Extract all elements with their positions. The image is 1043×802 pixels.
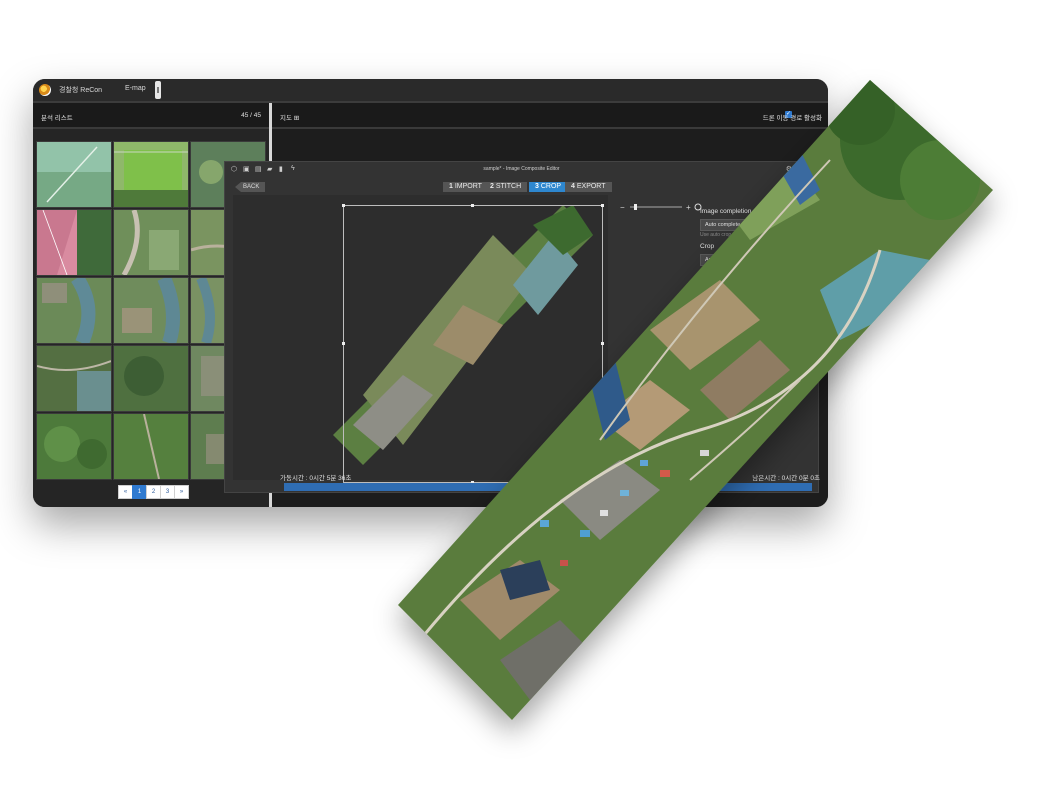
map-title: 지도 ⊞ (280, 115, 300, 122)
page-next-button[interactable]: » (174, 485, 189, 499)
page-button-1[interactable]: 1 (132, 485, 147, 499)
step-label: STITCH (495, 183, 522, 190)
step-number: 4 (571, 183, 575, 190)
settings-gear-icon[interactable]: ⚙ (786, 165, 792, 173)
progress-bar-fill (284, 483, 812, 491)
step-crop[interactable]: 3 CROP (529, 182, 568, 192)
thumbnail[interactable] (36, 141, 112, 208)
image-composite-editor: ⬡ ▣ ▤ ▰ ▮ ϟ sample* - Image Composite Ed… (224, 161, 819, 493)
crop-handle-top[interactable] (471, 204, 474, 207)
police-logo-icon (39, 84, 51, 96)
step-import[interactable]: 1 IMPORT (443, 182, 488, 192)
thumbnail[interactable] (113, 277, 189, 344)
analysis-list-header: 분석 리스트 45 / 45 (33, 103, 269, 129)
app-title: 경찰청 ReCon (59, 87, 103, 94)
thumbnail[interactable] (113, 345, 189, 412)
thumbnail[interactable] (113, 209, 189, 276)
page-prev-button[interactable]: « (118, 485, 133, 499)
step-number: 2 (490, 183, 494, 190)
step-number: 3 (535, 183, 539, 190)
remaining-time: 남은시간 : 0시간 0분 0초 (752, 475, 820, 482)
crop-handle-tl[interactable] (342, 204, 345, 207)
editor-title: sample* - Image Composite Editor (483, 166, 560, 172)
panel-grip-icon[interactable] (155, 81, 161, 99)
crop-label: Crop (700, 243, 715, 250)
thumbnail[interactable] (36, 277, 112, 344)
analysis-list-title: 분석 리스트 (41, 115, 73, 122)
step-export[interactable]: 4 EXPORT (565, 182, 612, 192)
map-panel: 지도 ⊞ ✓ 드론 이동 경로 활성화 ⬡ ▣ ▤ ▰ ▮ ϟ sample* … (224, 103, 828, 507)
app-window: 경찰청 ReCon E-map 분석 리스트 45 / 45 « 1 2 3 »… (33, 79, 828, 507)
crop-handle-left[interactable] (342, 342, 345, 345)
pagination: « 1 2 3 » (118, 485, 189, 499)
thumbnail[interactable] (36, 209, 112, 276)
map-header: 지도 ⊞ ✓ 드론 이동 경로 활성화 (272, 103, 828, 129)
workflow-steps: BACK 1 IMPORT 2 STITCH 3 CROP 4 EXPORT (225, 180, 818, 194)
thumbnail[interactable] (36, 345, 112, 412)
elapsed-time: 가동시간 : 0시간 5분 36초 (280, 475, 352, 482)
progress-panel: 가동시간 : 0시간 5분 36초 남은시간 : 0시간 0분 0초 (280, 475, 820, 507)
editor-toolbar: ⬡ ▣ ▤ ▰ ▮ ϟ sample* - Image Composite Ed… (225, 162, 818, 176)
nav-tab-emap[interactable]: E-map (125, 85, 146, 92)
auto-crop-button[interactable]: Auto (700, 254, 722, 266)
crop-handle-tr[interactable] (601, 204, 604, 207)
progress-bar (284, 483, 812, 491)
thumbnail[interactable] (113, 141, 189, 208)
svg-text:−: − (620, 203, 625, 211)
use-auto-crop-checkbox[interactable]: Use auto crop (700, 232, 731, 238)
zoom-slider[interactable]: − + (620, 198, 704, 212)
page-button-2[interactable]: 2 (146, 485, 161, 499)
crop-rectangle[interactable] (342, 204, 604, 484)
step-label: EXPORT (576, 183, 606, 190)
stitch-canvas[interactable] (233, 195, 608, 484)
step-number: 1 (449, 183, 453, 190)
thumbnail[interactable] (113, 413, 189, 480)
image-completion-label: Image completion (700, 208, 752, 215)
step-label: CROP (540, 183, 562, 190)
step-label: IMPORT (454, 183, 482, 190)
auto-complete-button[interactable]: Auto complete (700, 219, 746, 231)
crop-side-panel: − + Image completion Auto complete Use a… (620, 196, 815, 476)
help-icon[interactable]: ? (798, 165, 802, 172)
thumbnail[interactable] (36, 413, 112, 480)
analysis-count: 45 / 45 (241, 112, 261, 119)
title-bar: 경찰청 ReCon E-map (33, 79, 828, 103)
svg-text:+: + (686, 203, 691, 211)
crop-handle-right[interactable] (601, 342, 604, 345)
minimize-icon[interactable]: – (808, 165, 812, 172)
route-toggle-label: 드론 이동 경로 활성화 (762, 115, 822, 122)
page-button-3[interactable]: 3 (160, 485, 175, 499)
step-stitch[interactable]: 2 STITCH (484, 182, 528, 192)
back-button[interactable]: BACK (235, 182, 266, 192)
